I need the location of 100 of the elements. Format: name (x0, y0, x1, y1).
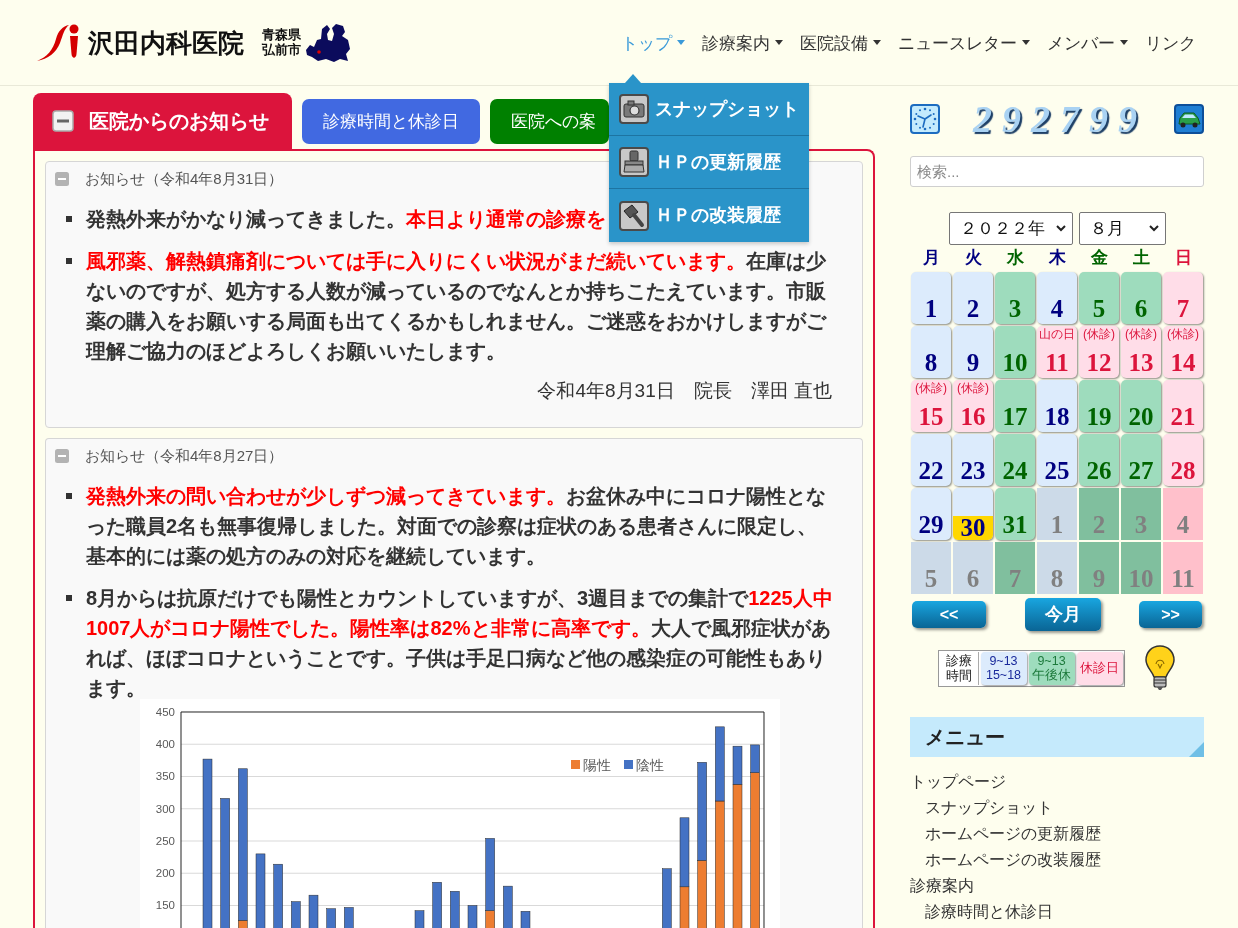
menu-link[interactable]: 診療案内 (910, 873, 974, 899)
bar-segment (414, 910, 425, 928)
clock-icon (910, 104, 940, 134)
weekday-label: 土 (1131, 248, 1151, 268)
calendar-day[interactable]: 11 (1163, 542, 1203, 594)
day-number: 11 (1170, 566, 1196, 594)
month-select[interactable]: ８月 (1078, 212, 1166, 245)
calendar-day[interactable]: 4 (1163, 488, 1203, 540)
calendar-day[interactable]: 5 (911, 542, 951, 594)
minus-square-icon[interactable] (55, 172, 69, 186)
tab[interactable]: 医院への案 (490, 99, 609, 144)
calendar-day[interactable]: 31 (995, 488, 1035, 540)
day-number: 4 (1175, 512, 1191, 540)
bullet-icon (66, 258, 72, 264)
calendar-day[interactable]: 21 (1163, 380, 1203, 432)
day-number: 3 (1133, 512, 1149, 540)
nav-link[interactable]: 診療案内 (702, 30, 783, 55)
calendar-day[interactable]: 1 (1037, 488, 1077, 540)
minus-square-icon[interactable] (55, 449, 69, 463)
calendar-nav-button[interactable]: >> (1139, 601, 1202, 628)
calendar-day[interactable]: 17 (995, 380, 1035, 432)
weekday-label: 水 (1005, 248, 1025, 268)
calendar-day[interactable]: (休診) 13 (1121, 326, 1161, 378)
calendar-day[interactable]: 22 (911, 434, 951, 486)
calendar-nav-button[interactable]: << (912, 601, 986, 628)
calendar-day[interactable]: 山の日 11 (1037, 326, 1077, 378)
dropdown-item[interactable]: ＨＰの改装履歴 (609, 189, 809, 242)
bar-segment (344, 907, 354, 928)
clinic-name: 沢田内科医院 (88, 29, 244, 56)
day-number: 7 (1007, 566, 1023, 594)
nav-link[interactable]: リンク (1145, 30, 1196, 55)
day-number: 5 (923, 566, 939, 594)
dropdown-item[interactable]: ＨＰの更新履歴 (609, 136, 809, 189)
calendar-day[interactable]: 25 (1037, 434, 1077, 486)
calendar-day[interactable]: 6 (1121, 272, 1161, 324)
legend-item: 9~13 午後休 (1028, 651, 1075, 685)
holiday-note: (休診) (1083, 327, 1115, 341)
tab[interactable]: 診療時間と休診日 (302, 99, 480, 144)
bar-segment (273, 863, 283, 928)
calendar-day[interactable]: 24 (995, 434, 1035, 486)
calendar-day[interactable]: 10 (995, 326, 1035, 378)
calendar-day[interactable]: 3 (995, 272, 1035, 324)
notice-text: 風邪薬、解熱鎮痛剤については手に入りにくい状況がまだ続いています。在庫は少ないのですが、処方する人数が減っているのでなんとか持ちこたえています。市販薬の購入をお願いする局面も出てくるかもしれません。ご迷惑をおかけしますがご理解ご協力のほどよろしくお願いいたします。 (86, 249, 828, 364)
scraper-icon (619, 147, 649, 177)
calendar-day[interactable]: 20 (1121, 380, 1161, 432)
calendar-nav-button[interactable]: 今月 (1024, 598, 1101, 631)
tab[interactable]: 医院からのお知らせ (33, 93, 292, 149)
day-number: 31 (1001, 512, 1029, 540)
holiday-note: (休診) (1125, 327, 1157, 341)
calendar-day[interactable]: 19 (1079, 380, 1119, 432)
calendar-day[interactable]: (休診) 12 (1079, 326, 1119, 378)
calendar-day[interactable]: (休診) 16 (953, 380, 993, 432)
day-number: 8 (923, 350, 939, 378)
signature-text: 令和4年8月31日 院長 澤田 直也 (536, 379, 833, 403)
day-number: 19 (1085, 404, 1113, 432)
calendar-day[interactable]: 6 (953, 542, 993, 594)
calendar-day[interactable]: 5 (1079, 272, 1119, 324)
calendar-day[interactable]: 8 (1037, 542, 1077, 594)
menu-link[interactable]: トップページ (910, 769, 1006, 795)
calendar-day[interactable]: 26 (1079, 434, 1119, 486)
menu-link[interactable]: ホームページの更新履歴 (925, 821, 1101, 847)
bar-segment (326, 908, 336, 928)
calendar-day[interactable]: 4 (1037, 272, 1077, 324)
day-number: 1 (923, 296, 939, 324)
calendar-day[interactable]: (休診) 15 (911, 380, 951, 432)
lightbulb-icon[interactable] (1142, 644, 1177, 692)
search-field[interactable]: 検索... (910, 156, 1204, 187)
holiday-note: 山の日 (1039, 327, 1075, 341)
dropdown-item[interactable]: スナップショット (609, 83, 809, 136)
y-axis-label: 450 (155, 706, 175, 718)
day-number: 12 (1085, 350, 1113, 378)
nav-link[interactable]: ニュースレター (898, 30, 1030, 55)
day-number: 20 (1127, 404, 1155, 432)
calendar-day[interactable]: 29 (911, 488, 951, 540)
chevron-down-icon (1055, 225, 1066, 232)
menu-link[interactable]: 診療時間と休診日 (925, 899, 1053, 925)
notice-text: 8月からは抗原だけでも陽性とカウントしていますが、3週目までの集計で1225人中1007人がコロナ陽性でした。陽性率は82%と非常に高率です。大人で風邪症状があれば、ほぼコロナということです。子供は手足口病など他の感染症の可能性もあります。 (86, 586, 834, 701)
calendar-day[interactable]: 8 (911, 326, 951, 378)
day-number: 6 (965, 566, 981, 594)
menu-link[interactable]: ホームページの改装履歴 (925, 847, 1101, 873)
calendar-day[interactable]: 7 (1163, 272, 1203, 324)
calendar-day[interactable]: (休診) 14 (1163, 326, 1203, 378)
notice-text: 発熱外来の問い合わせが少しずつ減ってきています。お盆休み中にコロナ陽性となった職員2名も無事復帰しました。対面での診察は症状のある患者さんに限定し、基本的には薬の処方のみの対応を継続しています。 (86, 484, 827, 569)
nav-link[interactable]: メンバー (1047, 30, 1128, 55)
calendar-day[interactable]: 30 (953, 488, 993, 540)
nav-link[interactable]: トップ (621, 30, 685, 55)
bar-segment (467, 905, 478, 928)
calendar-day[interactable]: 23 (953, 434, 993, 486)
calendar-day[interactable]: 9 (953, 326, 993, 378)
calendar-day[interactable]: 1 (911, 272, 951, 324)
year-select[interactable]: ２０２２年 (948, 212, 1073, 245)
calendar-day[interactable]: 2 (953, 272, 993, 324)
calendar-day[interactable]: 18 (1037, 380, 1077, 432)
nav-link[interactable]: 医院設備 (800, 30, 881, 55)
holiday-note: (休診) (1167, 327, 1199, 341)
legend-label: 陰性 (636, 757, 664, 773)
bullet-icon (66, 493, 72, 499)
menu-link[interactable]: スナップショット (925, 795, 1053, 821)
calendar-day[interactable]: 27 (1121, 434, 1161, 486)
calendar-day[interactable]: 28 (1163, 434, 1203, 486)
